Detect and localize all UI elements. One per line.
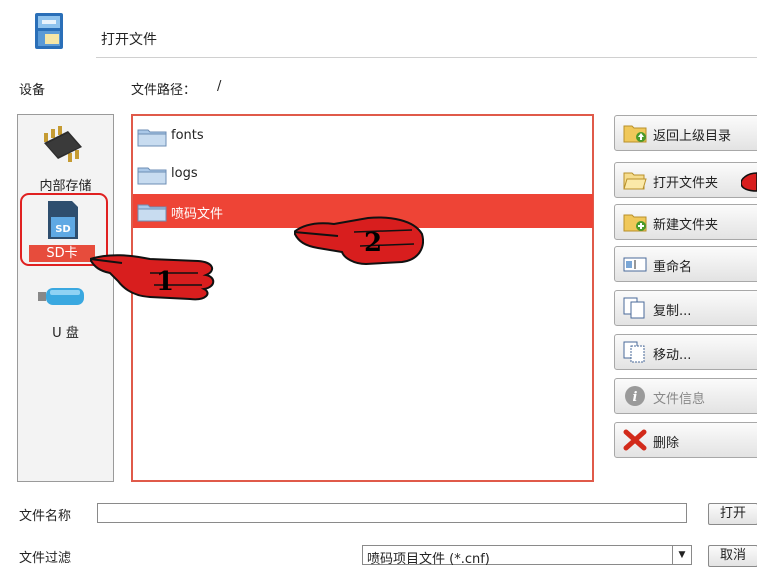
devices-label: 设备 [19, 83, 46, 98]
action-label: 重命名 [653, 260, 693, 275]
window-title: 打开文件 [101, 32, 157, 48]
device-internal[interactable] [38, 123, 88, 171]
info-icon: i [623, 385, 647, 407]
action-label: 移动... [653, 348, 692, 363]
filter-value: 喷码项目文件 (*.cnf) [367, 552, 490, 567]
file-info-button[interactable]: i 文件信息 [614, 378, 757, 414]
parent-directory-button[interactable]: 返回上级目录 [614, 115, 757, 151]
path-value: / [217, 79, 222, 94]
list-item[interactable]: logs [133, 157, 593, 191]
action-label: 返回上级目录 [653, 129, 732, 144]
filename-input[interactable] [97, 503, 687, 523]
folder-icon [137, 202, 167, 222]
action-label: 复制... [653, 304, 692, 319]
device-internal-label: 内部存储 [39, 179, 92, 194]
file-cabinet-icon [34, 12, 64, 50]
folder-icon [137, 165, 167, 185]
list-item[interactable]: fonts [133, 119, 593, 153]
delete-icon [623, 429, 647, 451]
annotation-hand-3 [740, 171, 757, 193]
device-usb-label: U 盘 [52, 326, 79, 341]
rename-button[interactable]: 重命名 [614, 246, 757, 282]
annotation-number: 2 [364, 228, 383, 258]
open-button[interactable]: 打开 [708, 503, 757, 525]
delete-button[interactable]: 删除 [614, 422, 757, 458]
rename-icon [623, 253, 647, 275]
file-name: 喷码文件 [171, 207, 224, 222]
folder-open-icon [623, 169, 647, 191]
folder-new-icon [623, 211, 647, 233]
filter-label: 文件过滤 [19, 551, 72, 566]
cancel-button[interactable]: 取消 [708, 545, 757, 567]
title-divider [96, 57, 757, 58]
annotation-hand-2: 2 [292, 212, 424, 268]
annotation-hand-1: 1 [88, 245, 220, 301]
filename-label: 文件名称 [19, 509, 72, 524]
new-folder-button[interactable]: 新建文件夹 [614, 204, 757, 240]
chevron-down-icon[interactable]: ▼ [672, 546, 691, 564]
device-usb[interactable] [38, 285, 86, 307]
move-button[interactable]: 移动... [614, 334, 757, 370]
folder-icon [137, 127, 167, 147]
copy-icon [623, 297, 647, 319]
svg-text:i: i [633, 390, 638, 405]
action-label: 新建文件夹 [653, 218, 719, 233]
usb-drive-icon [38, 288, 86, 311]
file-name: fonts [171, 128, 204, 143]
file-name: logs [171, 166, 198, 181]
move-icon [623, 341, 647, 363]
filter-select[interactable]: 喷码项目文件 (*.cnf) ▼ [362, 545, 692, 567]
action-label: 删除 [653, 436, 680, 451]
action-label: 文件信息 [653, 392, 706, 407]
annotation-number: 1 [156, 267, 175, 297]
copy-button[interactable]: 复制... [614, 290, 757, 326]
open-folder-button[interactable]: 打开文件夹 [614, 162, 757, 198]
path-label: 文件路径： [131, 83, 197, 98]
action-label: 打开文件夹 [653, 176, 719, 191]
chip-icon [38, 126, 88, 175]
folder-up-icon [623, 122, 647, 144]
